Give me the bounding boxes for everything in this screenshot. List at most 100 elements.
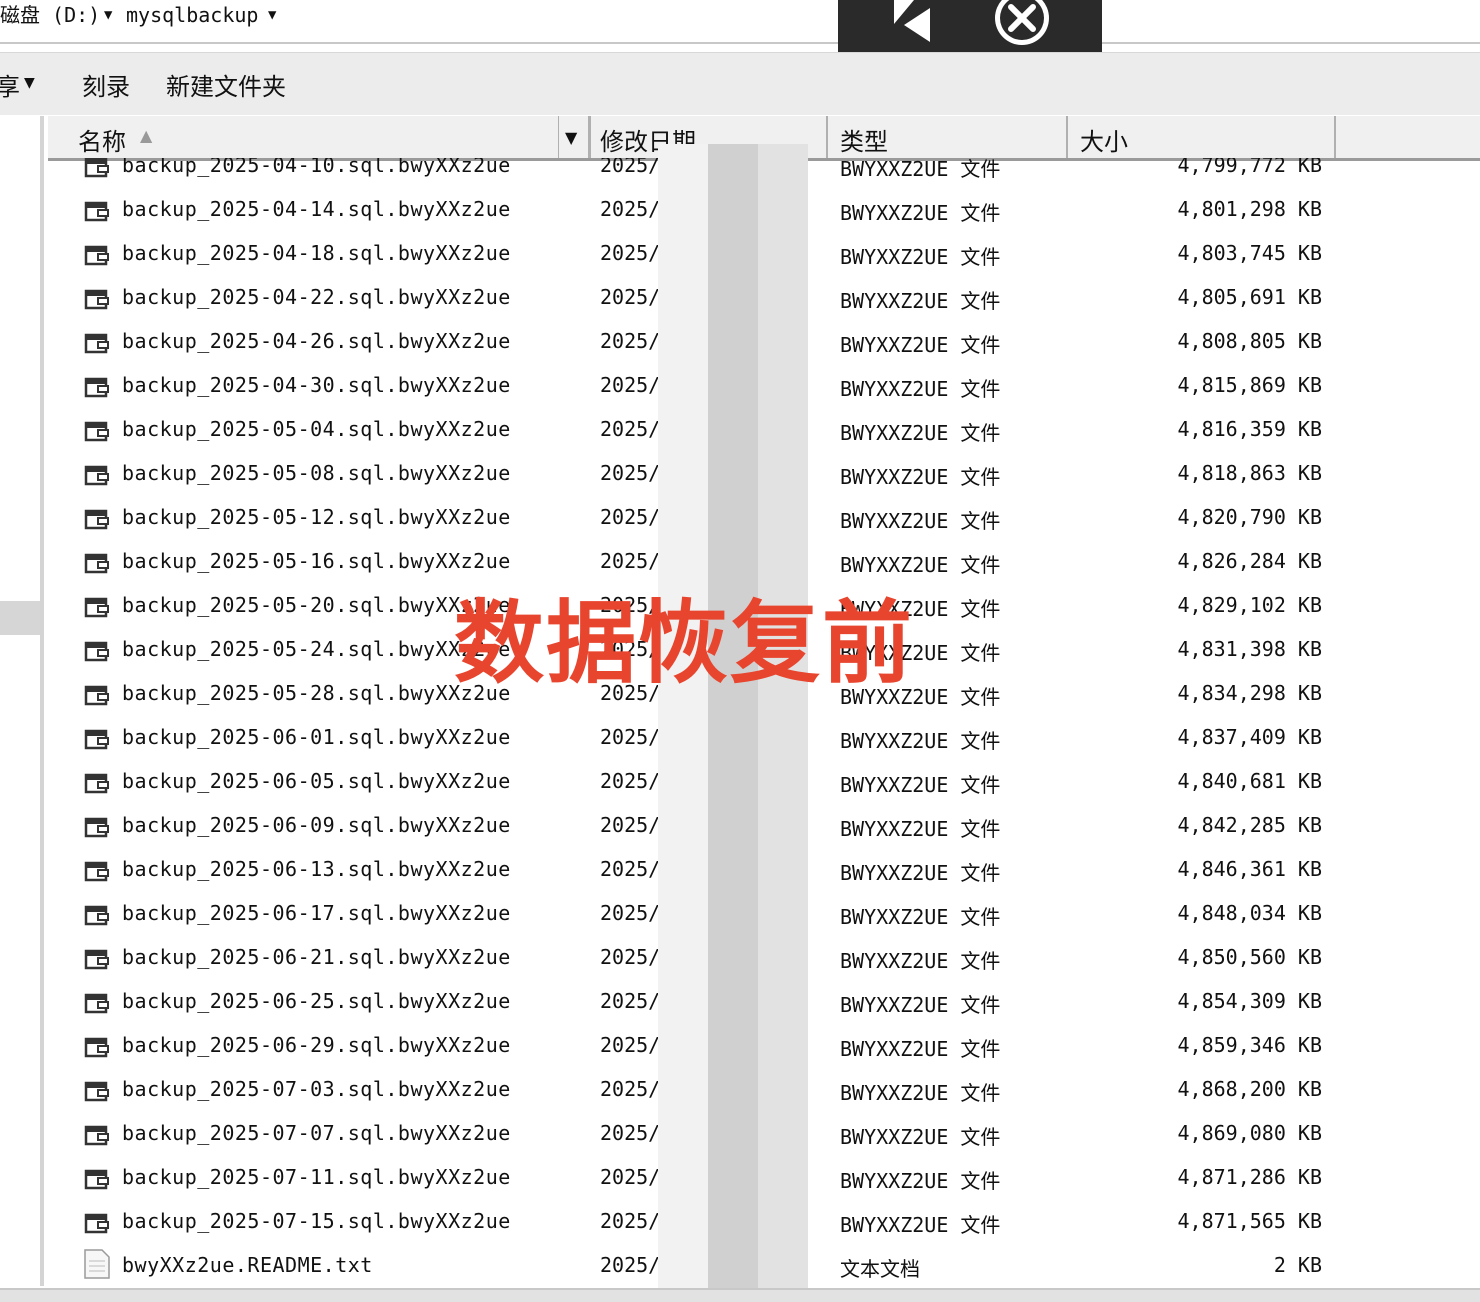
blur-block bbox=[708, 834, 758, 880]
chevron-down-icon[interactable]: ▼ bbox=[104, 0, 112, 30]
file-name: backup_2025-05-04.sql.bwyXXz2ue bbox=[122, 417, 511, 441]
file-size: 4,834,298 KB bbox=[1177, 681, 1323, 705]
blur-block bbox=[658, 1064, 708, 1110]
column-size-label: 大小 bbox=[1080, 128, 1128, 156]
file-icon bbox=[84, 641, 110, 668]
blur-block bbox=[708, 1202, 758, 1248]
blur-block bbox=[708, 374, 758, 420]
blur-block bbox=[658, 696, 708, 742]
file-size: 4,831,398 KB bbox=[1177, 637, 1323, 661]
blur-block bbox=[708, 144, 758, 190]
file-icon bbox=[84, 333, 110, 360]
file-type: BWYXXZ2UE 文件 bbox=[840, 949, 1001, 973]
new-folder-button[interactable]: 新建文件夹 bbox=[166, 67, 286, 102]
file-type: BWYXXZ2UE 文件 bbox=[840, 1213, 1001, 1237]
file-name: backup_2025-06-25.sql.bwyXXz2ue bbox=[122, 989, 511, 1013]
file-size: 4,826,284 KB bbox=[1177, 549, 1323, 573]
file-size: 4,829,102 KB bbox=[1177, 593, 1323, 617]
file-date: 2025/ bbox=[600, 285, 661, 309]
file-name: backup_2025-04-14.sql.bwyXXz2ue bbox=[122, 197, 511, 221]
file-type: BWYXXZ2UE 文件 bbox=[840, 905, 1001, 929]
blur-block bbox=[758, 834, 808, 880]
blur-block bbox=[758, 190, 808, 236]
blur-block bbox=[758, 466, 808, 512]
file-icon bbox=[84, 729, 110, 756]
file-type: BWYXXZ2UE 文件 bbox=[840, 729, 1001, 753]
blur-block bbox=[708, 788, 758, 834]
file-type: BWYXXZ2UE 文件 bbox=[840, 1169, 1001, 1193]
blur-block bbox=[658, 926, 708, 972]
file-name: backup_2025-06-29.sql.bwyXXz2ue bbox=[122, 1033, 511, 1057]
file-size: 4,815,869 KB bbox=[1177, 373, 1323, 397]
close-icon[interactable] bbox=[994, 0, 1050, 46]
blur-block bbox=[658, 282, 708, 328]
blur-block bbox=[658, 190, 708, 236]
file-icon bbox=[84, 289, 110, 316]
collapse-icon[interactable] bbox=[890, 0, 940, 44]
nav-selected-item[interactable] bbox=[0, 601, 40, 635]
blur-block bbox=[758, 1064, 808, 1110]
blur-block bbox=[758, 1018, 808, 1064]
file-name: backup_2025-05-08.sql.bwyXXz2ue bbox=[122, 461, 511, 485]
blur-block bbox=[758, 1156, 808, 1202]
file-name: backup_2025-04-26.sql.bwyXXz2ue bbox=[122, 329, 511, 353]
breadcrumb-folder[interactable]: mysqlbackup bbox=[126, 0, 258, 30]
file-type: BWYXXZ2UE 文件 bbox=[840, 509, 1001, 533]
column-filter-dropdown[interactable]: ▼ bbox=[558, 116, 591, 158]
blur-block bbox=[708, 328, 758, 374]
blur-block bbox=[758, 696, 808, 742]
file-type: 文本文档 bbox=[840, 1257, 920, 1281]
blur-block bbox=[658, 328, 708, 374]
column-name[interactable]: 名称 ▲ bbox=[48, 116, 590, 158]
file-date: 2025/ bbox=[600, 329, 661, 353]
chevron-down-icon: ▼ bbox=[565, 128, 578, 147]
file-type: BWYXXZ2UE 文件 bbox=[840, 245, 1001, 269]
file-type: BWYXXZ2UE 文件 bbox=[840, 773, 1001, 797]
file-name: backup_2025-04-22.sql.bwyXXz2ue bbox=[122, 285, 511, 309]
blur-block bbox=[758, 420, 808, 466]
file-date: 2025/ bbox=[600, 945, 661, 969]
column-type[interactable]: 类型 bbox=[828, 116, 1068, 158]
blur-block bbox=[708, 1110, 758, 1156]
column-size[interactable]: 大小 bbox=[1068, 116, 1336, 158]
file-name: backup_2025-07-11.sql.bwyXXz2ue bbox=[122, 1165, 511, 1189]
file-size: 4,854,309 KB bbox=[1177, 989, 1323, 1013]
file-name: backup_2025-04-30.sql.bwyXXz2ue bbox=[122, 373, 511, 397]
file-size: 4,803,745 KB bbox=[1177, 241, 1323, 265]
chevron-down-icon[interactable]: ▼ bbox=[24, 75, 35, 91]
blur-block bbox=[708, 972, 758, 1018]
redaction-blur bbox=[658, 144, 808, 1294]
blur-block bbox=[708, 466, 758, 512]
file-name: backup_2025-06-01.sql.bwyXXz2ue bbox=[122, 725, 511, 749]
blur-block bbox=[658, 1018, 708, 1064]
column-name-label: 名称 bbox=[78, 128, 126, 156]
file-date: 2025/ bbox=[600, 813, 661, 837]
burn-button[interactable]: 刻录 bbox=[82, 67, 130, 102]
file-date: 2025/ bbox=[600, 1121, 661, 1145]
blur-block bbox=[758, 1202, 808, 1248]
file-icon bbox=[84, 685, 110, 712]
file-icon bbox=[84, 1125, 110, 1152]
blur-block bbox=[658, 834, 708, 880]
file-icon bbox=[84, 949, 110, 976]
chevron-down-icon[interactable]: ▼ bbox=[268, 0, 276, 30]
file-icon bbox=[84, 861, 110, 888]
blur-block bbox=[758, 926, 808, 972]
file-icon bbox=[84, 421, 110, 448]
sort-ascending-icon: ▲ bbox=[140, 126, 153, 145]
file-icon bbox=[84, 509, 110, 536]
file-icon bbox=[84, 1169, 110, 1196]
navigation-pane[interactable] bbox=[0, 116, 44, 1286]
blur-block bbox=[708, 236, 758, 282]
file-date: 2025/ bbox=[600, 158, 661, 177]
file-size: 4,818,863 KB bbox=[1177, 461, 1323, 485]
file-date: 2025/ bbox=[600, 989, 661, 1013]
file-size: 4,801,298 KB bbox=[1177, 197, 1323, 221]
share-button[interactable]: 享 bbox=[0, 67, 20, 102]
file-icon bbox=[84, 1037, 110, 1064]
file-size: 4,842,285 KB bbox=[1177, 813, 1323, 837]
file-name: backup_2025-04-10.sql.bwyXXz2ue bbox=[122, 158, 511, 177]
file-date: 2025/ bbox=[600, 857, 661, 881]
file-size: 4,868,200 KB bbox=[1177, 1077, 1323, 1101]
breadcrumb-drive[interactable]: 磁盘 (D:) bbox=[0, 0, 100, 30]
